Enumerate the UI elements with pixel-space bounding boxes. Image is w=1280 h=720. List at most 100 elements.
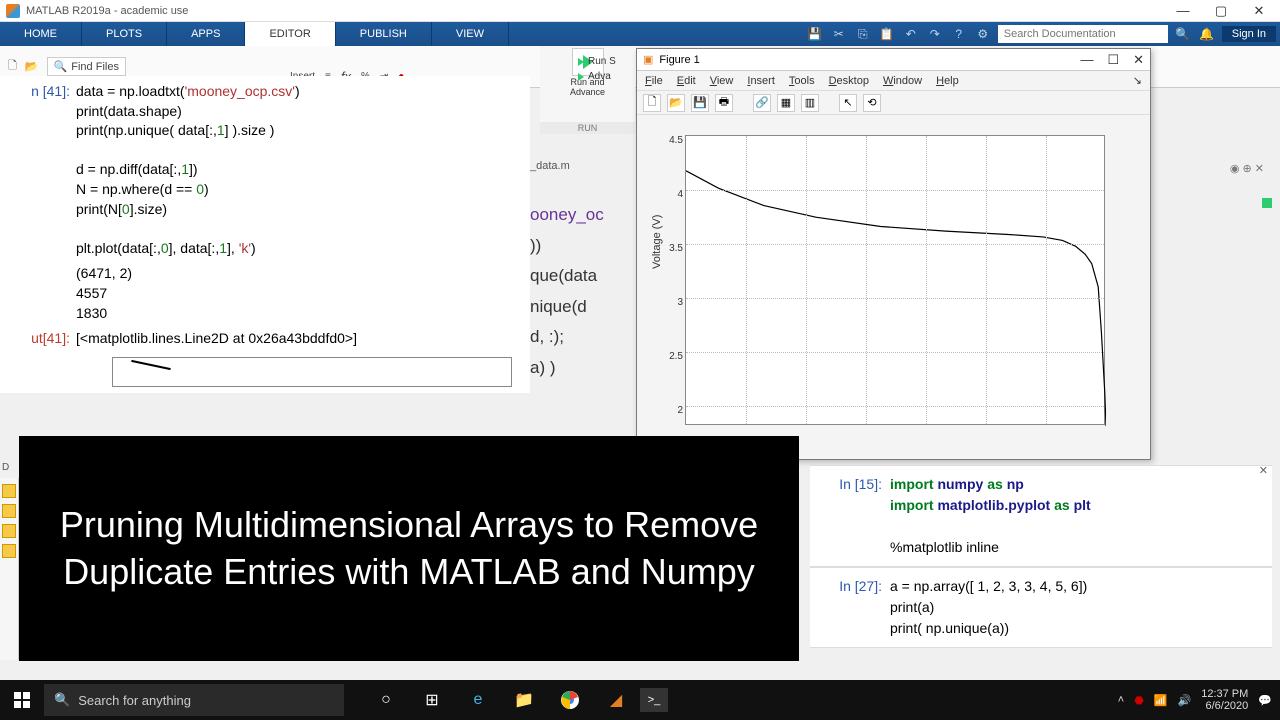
search-placeholder: Search for anything: [78, 693, 191, 708]
search-icon[interactable]: 🔍: [1174, 26, 1192, 42]
out-prompt: ut[41]:: [8, 329, 76, 349]
menu-file[interactable]: File: [645, 75, 663, 87]
menu-more-icon[interactable]: ↘: [1133, 74, 1142, 87]
minimize-button[interactable]: —: [1168, 2, 1198, 20]
code-block[interactable]: data = np.loadtxt('mooney_ocp.csv') prin…: [76, 82, 530, 258]
open-file-icon[interactable]: 📂: [25, 60, 39, 73]
jupyter-cell-left: n [41]: data = np.loadtxt('mooney_ocp.cs…: [0, 76, 530, 393]
jupyter-cell[interactable]: In [27]: a = np.array([ 1, 2, 3, 3, 4, 5…: [810, 567, 1272, 648]
terminal-icon[interactable]: >_: [640, 688, 668, 712]
search-doc-input[interactable]: [998, 25, 1168, 43]
start-button[interactable]: [0, 680, 44, 720]
task-view-icon[interactable]: ⊞: [410, 680, 454, 720]
figure-titlebar[interactable]: ▣ Figure 1 — ☐ ✕: [637, 49, 1150, 71]
in-prompt: n [41]:: [8, 82, 76, 258]
tray-wifi-icon[interactable]: 📶: [1154, 694, 1168, 707]
taskbar-clock[interactable]: 12:37 PM 6/6/2020: [1201, 688, 1248, 712]
copy-icon[interactable]: ⎘: [854, 26, 872, 42]
rotate-icon[interactable]: ⟲: [863, 94, 881, 112]
jupyter-cells-right: ✕ In [15]: import numpy as np import mat…: [810, 465, 1272, 648]
var-icon[interactable]: [2, 484, 16, 498]
jupyter-cell[interactable]: In [15]: import numpy as np import matpl…: [810, 465, 1272, 567]
ytick: 4.5: [665, 135, 683, 146]
save-icon[interactable]: 💾: [806, 26, 824, 42]
ytick: 3.5: [665, 243, 683, 254]
tray-up-icon[interactable]: ˄: [1118, 694, 1124, 706]
tab-editor[interactable]: EDITOR: [245, 22, 335, 46]
out-repr: [<matplotlib.lines.Line2D at 0x26a43bddf…: [76, 329, 530, 349]
explorer-icon[interactable]: 📁: [502, 680, 546, 720]
paste-icon[interactable]: 📋: [878, 26, 896, 42]
menu-help[interactable]: Help: [936, 75, 959, 87]
redo-icon[interactable]: ↷: [926, 26, 944, 42]
help-icon[interactable]: ?: [950, 26, 968, 42]
var-icon[interactable]: [2, 504, 16, 518]
matlab-icon: [6, 4, 20, 18]
colorbar-icon[interactable]: ▥: [801, 94, 819, 112]
menu-tools[interactable]: Tools: [789, 75, 815, 87]
advance-button[interactable]: Adva: [578, 71, 616, 82]
status-indicator: [1262, 198, 1272, 208]
tab-view[interactable]: VIEW: [432, 22, 509, 46]
tab-publish[interactable]: PUBLISH: [336, 22, 432, 46]
menu-insert[interactable]: Insert: [747, 75, 775, 87]
menu-window[interactable]: Window: [883, 75, 922, 87]
code-block[interactable]: a = np.array([ 1, 2, 3, 3, 4, 5, 6]) pri…: [890, 576, 1087, 639]
tray-shield-icon[interactable]: ⬣: [1134, 694, 1144, 707]
run-side-buttons: Run S Adva: [578, 56, 616, 86]
var-icon[interactable]: [2, 544, 16, 558]
tab-plots[interactable]: PLOTS: [82, 22, 167, 46]
chrome-icon[interactable]: [548, 680, 592, 720]
tab-home[interactable]: HOME: [0, 22, 82, 46]
window-controls: — ▢ ✕: [1168, 2, 1274, 20]
prefs-icon[interactable]: ⚙: [974, 26, 992, 42]
matlab-editor-visible[interactable]: ooney_oc )) que(data nique(d d, :); a) ): [530, 200, 640, 384]
y-axis-label: Voltage (V): [651, 215, 663, 269]
editor-tab-close[interactable]: ◉ ⊕ ✕: [1230, 162, 1264, 175]
fig-maximize[interactable]: ☐: [1107, 52, 1119, 68]
editor-file-tab[interactable]: _data.m: [530, 160, 570, 172]
panel-close-icon[interactable]: ✕: [1259, 463, 1268, 480]
fig-close[interactable]: ✕: [1133, 52, 1144, 68]
signin-button[interactable]: Sign In: [1222, 26, 1276, 42]
run-section-button[interactable]: Run S: [578, 56, 616, 67]
figure-menubar: File Edit View Insert Tools Desktop Wind…: [637, 71, 1150, 91]
pointer-icon[interactable]: ↖: [839, 94, 857, 112]
search-icon: 🔍: [54, 692, 70, 708]
stdout-output: (6471, 2) 4557 1830: [76, 264, 530, 323]
notifications-icon[interactable]: 💬: [1258, 694, 1272, 707]
print-fig-icon[interactable]: 🖶: [715, 94, 733, 112]
figure-icon: ▣: [643, 53, 653, 66]
maximize-button[interactable]: ▢: [1206, 2, 1236, 20]
open-fig-icon[interactable]: 📂: [667, 94, 685, 112]
code-block[interactable]: import numpy as np import matplotlib.pyp…: [890, 474, 1091, 558]
save-fig-icon[interactable]: 💾: [691, 94, 709, 112]
edge-icon[interactable]: e: [456, 680, 500, 720]
ytick: 2.5: [665, 351, 683, 362]
figure-window[interactable]: ▣ Figure 1 — ☐ ✕ File Edit View Insert T…: [636, 48, 1151, 460]
ytick: 2: [665, 405, 683, 416]
fig-minimize[interactable]: —: [1080, 52, 1093, 68]
cut-icon[interactable]: ✂: [830, 26, 848, 42]
inline-plot-thumbnail: [112, 357, 512, 387]
bell-icon[interactable]: 🔔: [1198, 26, 1216, 42]
new-file-icon[interactable]: 🗋: [8, 57, 17, 76]
menu-view[interactable]: View: [710, 75, 734, 87]
plot-line: [686, 136, 1106, 426]
windows-taskbar: 🔍 Search for anything ○ ⊞ e 📁 ◢ >_ ˄ ⬣ 📶…: [0, 680, 1280, 720]
taskbar-search[interactable]: 🔍 Search for anything: [44, 684, 344, 716]
var-icon[interactable]: [2, 524, 16, 538]
tab-apps[interactable]: APPS: [167, 22, 245, 46]
brush-icon[interactable]: ▦: [777, 94, 795, 112]
close-button[interactable]: ✕: [1244, 2, 1274, 20]
find-files-button[interactable]: 🔍 Find Files: [47, 57, 126, 76]
menu-edit[interactable]: Edit: [677, 75, 696, 87]
plot-axes[interactable]: [685, 135, 1105, 425]
undo-icon[interactable]: ↶: [902, 26, 920, 42]
link-icon[interactable]: 🔗: [753, 94, 771, 112]
tray-volume-icon[interactable]: 🔊: [1178, 694, 1192, 707]
matlab-taskbar-icon[interactable]: ◢: [594, 680, 638, 720]
menu-desktop[interactable]: Desktop: [829, 75, 869, 87]
cortana-icon[interactable]: ○: [364, 680, 408, 720]
new-fig-icon[interactable]: 🗋: [643, 94, 661, 112]
